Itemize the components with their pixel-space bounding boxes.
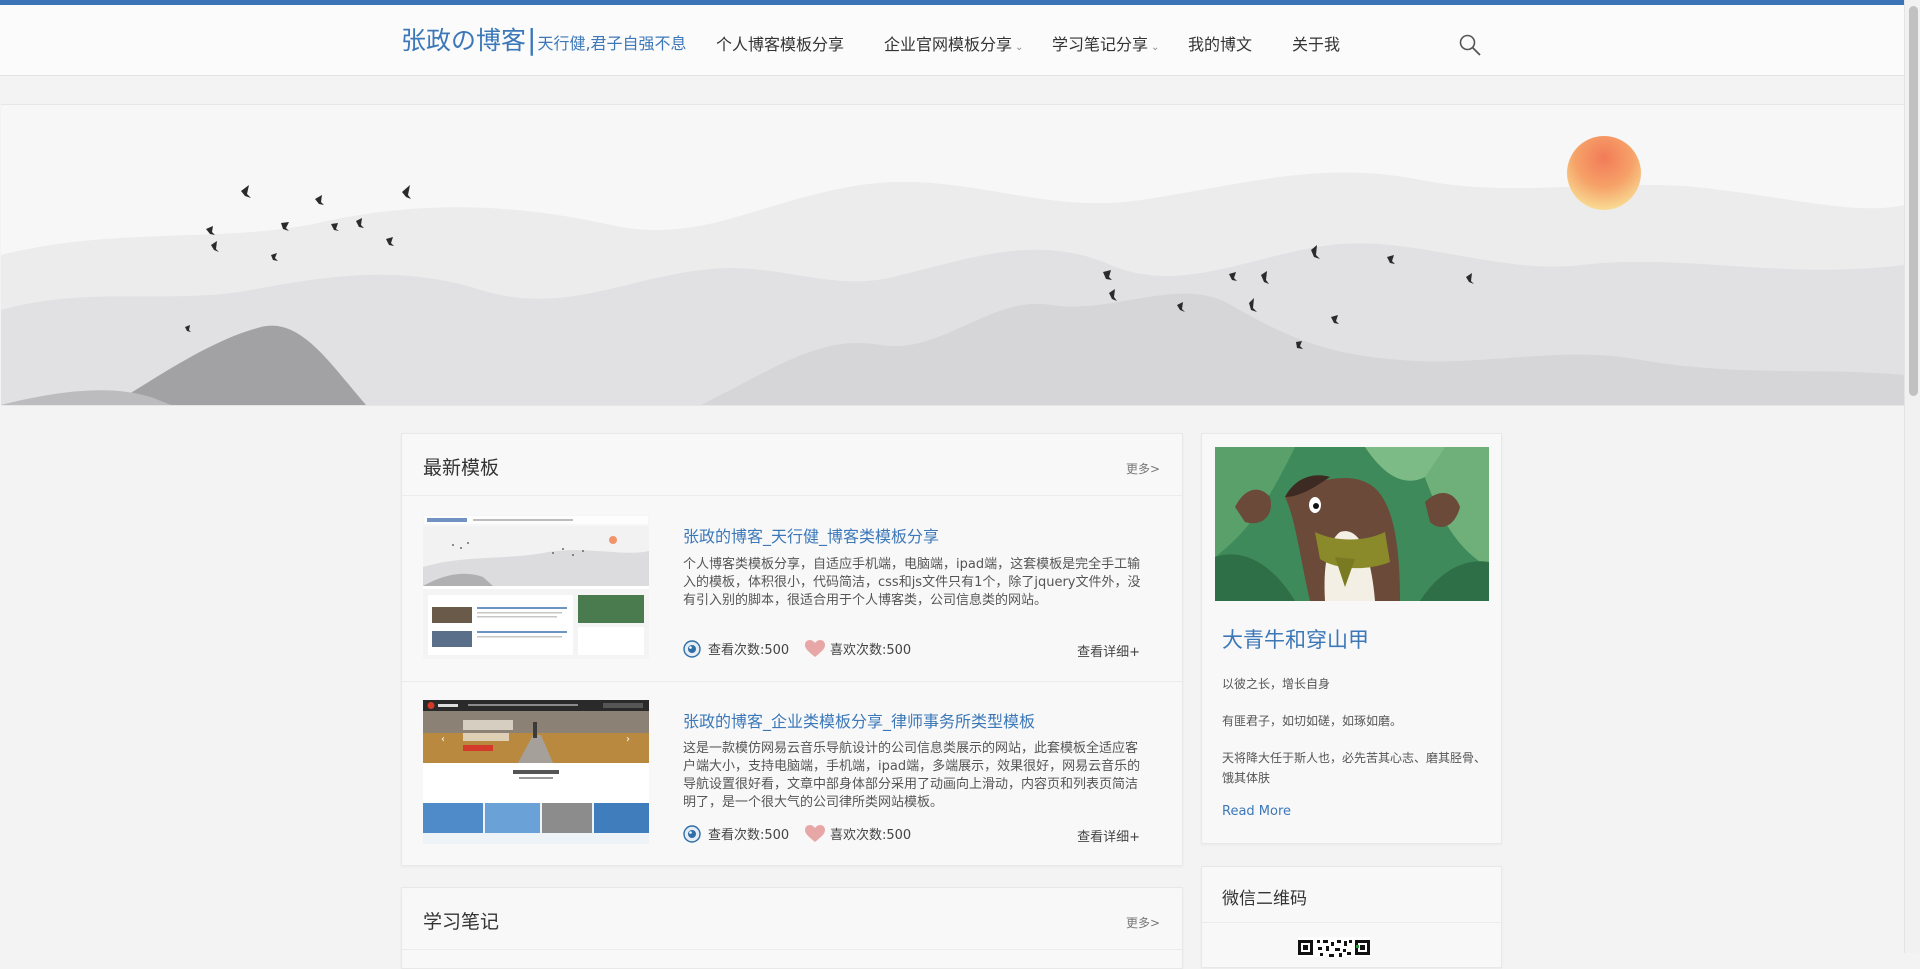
view-count: 查看次数:500 — [683, 824, 789, 843]
nav-item-label: 关于我 — [1292, 35, 1341, 54]
list-item: 张政的博客_天行健_博客类模板分享 个人博客类模板分享，自适应手机端，电脑端，i… — [402, 496, 1182, 681]
like-count: 喜欢次数:500 — [805, 639, 911, 658]
nav-item-personal-templates[interactable]: 个人博客模板分享 — [716, 31, 844, 55]
like-count-label: 喜欢次数:500 — [830, 828, 912, 843]
logo-motto: 天行健,君子自强不息 — [537, 34, 687, 53]
scrollbar-thumb[interactable] — [1909, 6, 1918, 396]
chevron-down-icon: ⌄ — [1151, 42, 1160, 53]
eye-icon — [683, 824, 701, 843]
section-title: 学习笔记 — [423, 911, 500, 933]
vertical-scrollbar[interactable] — [1904, 0, 1920, 953]
heart-icon — [805, 639, 825, 658]
qr-code-image — [1298, 937, 1370, 957]
nav-item-about[interactable]: 关于我 — [1292, 31, 1340, 55]
latest-templates-card: 最新模板 更多> 张政的博客_天行健_博客类模板分享 个人博客类模板分享，自适应… — [401, 433, 1183, 866]
heart-icon — [805, 824, 825, 843]
nav-item-label: 我的博文 — [1188, 35, 1253, 54]
profile-name: 大青牛和穿山甲 — [1222, 628, 1369, 652]
nav-item-company-templates[interactable]: 企业官网模板分享 ⌄ — [884, 31, 1023, 55]
section-title: 最新模板 — [423, 457, 500, 479]
eye-icon — [683, 639, 701, 658]
like-count: 喜欢次数:500 — [805, 824, 911, 843]
svg-text:‹: ‹ — [441, 734, 445, 745]
nav-item-label: 学习笔记分享 — [1052, 35, 1149, 54]
study-notes-card: 学习笔记 更多> — [401, 887, 1183, 969]
profile-quote: 天将降大任于斯人也，必先苦其心志、磨其胫骨、饿其体肤 — [1222, 751, 1487, 785]
search-icon[interactable] — [1458, 33, 1482, 57]
profile-card: 大青牛和穿山甲 以彼之长，增长自身 有匪君子，如切如磋，如琢如磨。 天将降大任于… — [1201, 433, 1502, 844]
logo-title: 张政の博客 — [401, 26, 527, 55]
template-thumbnail[interactable]: ‹ › — [423, 700, 649, 844]
nav-item-label: 企业官网模板分享 — [884, 35, 1013, 54]
nav-item-my-posts[interactable]: 我的博文 — [1188, 31, 1252, 55]
card-header: 最新模板 更多> — [402, 434, 1182, 496]
view-count-label: 查看次数:500 — [708, 828, 790, 843]
nav-item-study-notes[interactable]: 学习笔记分享 ⌄ — [1052, 31, 1159, 55]
read-more-link[interactable]: Read More — [1222, 804, 1291, 819]
section-title: 微信二维码 — [1222, 889, 1307, 909]
card-header: 微信二维码 — [1202, 867, 1501, 923]
view-count-label: 查看次数:500 — [708, 643, 790, 658]
site-logo[interactable]: 张政の博客 | 天行健,君子自强不息 — [401, 21, 687, 61]
logo-divider: | — [527, 23, 537, 56]
card-header: 学习笔记 更多> — [402, 888, 1182, 950]
view-detail-link[interactable]: 查看详细+ — [1077, 641, 1140, 660]
template-thumbnail[interactable] — [423, 515, 649, 659]
profile-quote: 有匪君子，如切如磋，如琢如磨。 — [1222, 714, 1403, 728]
template-description: 这是一款模仿网易云音乐导航设计的公司信息类展示的网站，此套模板全适应客户端大小，… — [683, 741, 1141, 810]
nav-item-label: 个人博客模板分享 — [716, 35, 845, 54]
profile-illustration — [1215, 447, 1489, 601]
profile-motto: 以彼之长，增长自身 — [1222, 677, 1331, 691]
view-detail-link[interactable]: 查看详细+ — [1077, 826, 1140, 845]
site-header: 张政の博客 | 天行健,君子自强不息 个人博客模板分享 企业官网模板分享 ⌄ 学习… — [0, 5, 1920, 76]
template-description: 个人博客类模板分享，自适应手机端，电脑端，ipad端，这套模板是完全手工输入的模… — [683, 557, 1141, 608]
list-item: ‹ › 张政的博客_企业类模板分享_律师事务所类型模板 这是一款模仿网易云音乐导… — [402, 682, 1182, 867]
template-title-link[interactable]: 张政的博客_天行健_博客类模板分享 — [683, 523, 939, 547]
svg-text:›: › — [626, 734, 630, 745]
more-link[interactable]: 更多> — [1126, 914, 1160, 931]
chevron-down-icon: ⌄ — [1015, 42, 1024, 53]
template-title-link[interactable]: 张政的博客_企业类模板分享_律师事务所类型模板 — [683, 708, 1035, 732]
view-count: 查看次数:500 — [683, 639, 789, 658]
like-count-label: 喜欢次数:500 — [830, 643, 912, 658]
hero-banner-ink-landscape — [1, 104, 1904, 406]
more-link[interactable]: 更多> — [1126, 460, 1160, 477]
